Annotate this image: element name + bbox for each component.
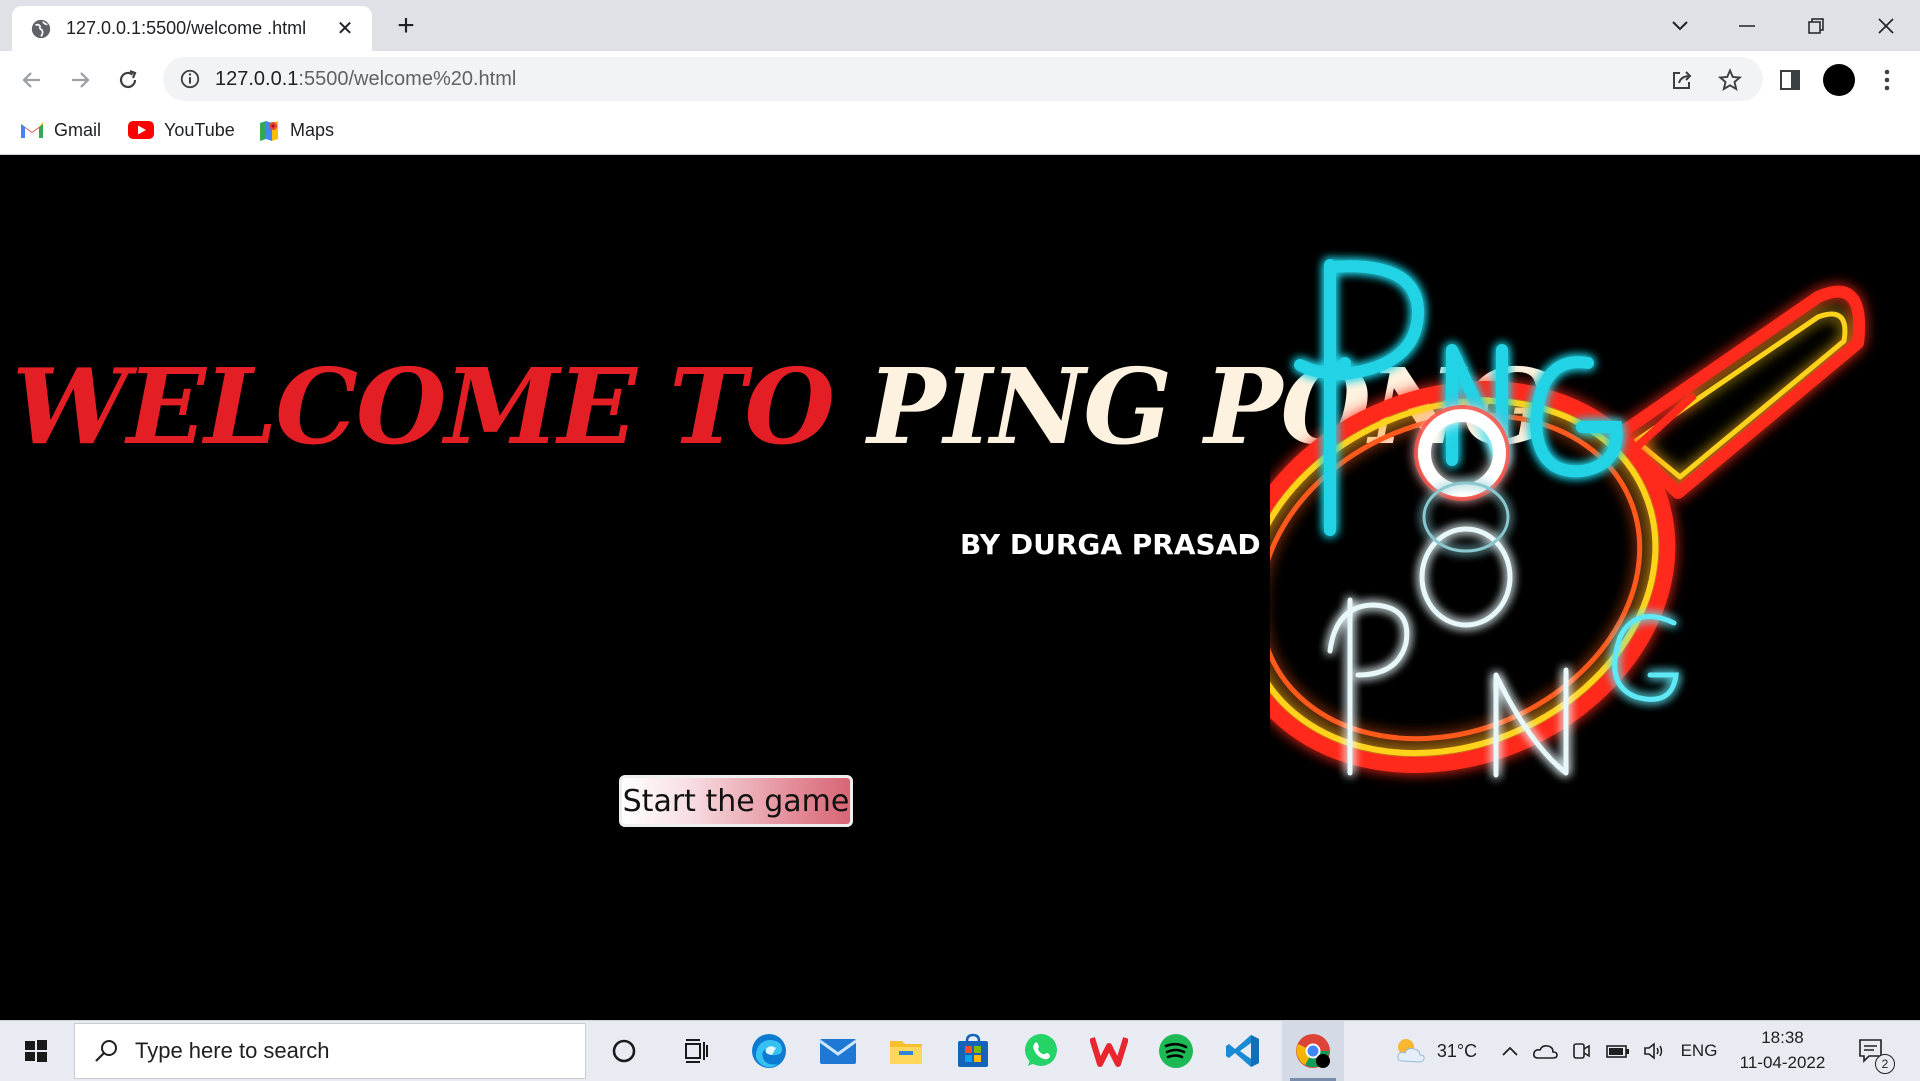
search-icon <box>95 1040 117 1062</box>
taskbar-clock[interactable]: 18:38 11-04-2022 <box>1725 1025 1840 1075</box>
volume-icon[interactable] <box>1640 1021 1670 1081</box>
address-bar[interactable]: 127.0.0.1:5500/welcome%20.html <box>163 57 1763 101</box>
tab-strip: 127.0.0.1:5500/welcome .html ✕ + <box>0 0 1920 51</box>
notification-count-badge: 2 <box>1875 1054 1895 1074</box>
bookmark-maps[interactable]: Maps <box>258 117 334 143</box>
search-input[interactable] <box>133 1037 557 1065</box>
share-icon[interactable] <box>1667 65 1697 95</box>
vscode-icon[interactable] <box>1215 1021 1271 1081</box>
pong-letter-o <box>1419 526 1513 628</box>
wps-icon[interactable] <box>1081 1021 1137 1081</box>
bookmarks-bar: Gmail YouTube Maps <box>0 107 1920 155</box>
maps-icon <box>260 121 278 141</box>
url-text: 127.0.0.1:5500/welcome%20.html <box>215 68 516 91</box>
bookmark-youtube[interactable]: YouTube <box>128 117 235 143</box>
profile-avatar[interactable] <box>1822 63 1856 97</box>
clock-time: 18:38 <box>1761 1028 1804 1047</box>
tab-search-icon[interactable] <box>1660 8 1700 44</box>
bookmark-label: Maps <box>290 119 335 140</box>
mail-icon[interactable] <box>810 1021 866 1081</box>
menu-kebab-icon[interactable] <box>1872 65 1902 95</box>
ping-letter-flourish <box>1294 357 1351 378</box>
url-path: :5500/welcome%20.html <box>298 67 517 90</box>
windows-start-icon[interactable] <box>14 1021 58 1081</box>
bookmark-label: Gmail <box>54 119 102 140</box>
ping-ball-o <box>1414 405 1510 501</box>
tray-chevron-up-icon[interactable] <box>1496 1021 1524 1081</box>
ping-pong-neon-logo <box>1270 259 1866 778</box>
gmail-icon <box>21 122 43 138</box>
site-info-icon[interactable] <box>179 68 201 90</box>
file-explorer-icon[interactable] <box>878 1021 934 1081</box>
bookmark-star-icon[interactable] <box>1715 65 1745 95</box>
bookmark-label: YouTube <box>164 119 235 140</box>
headline-welcome-to: WELCOME TO <box>12 345 835 468</box>
author-byline: BY DURGA PRASAD <box>960 528 1261 561</box>
tab-close-icon[interactable]: ✕ <box>334 18 356 40</box>
meet-now-icon[interactable] <box>1566 1021 1596 1081</box>
cortana-icon[interactable] <box>596 1021 652 1081</box>
restore-icon[interactable] <box>1796 8 1836 44</box>
whatsapp-icon[interactable] <box>1013 1021 1069 1081</box>
chrome-icon[interactable] <box>1282 1021 1344 1081</box>
new-tab-button[interactable]: + <box>392 9 420 42</box>
url-host: 127.0.0.1 <box>215 67 299 90</box>
notification-center-icon[interactable]: 2 <box>1852 1021 1895 1081</box>
clock-date: 11-04-2022 <box>1739 1053 1826 1072</box>
windows-taskbar: 31°C ENG 18:38 11-04-2022 2 <box>0 1020 1920 1081</box>
edge-icon[interactable] <box>741 1021 797 1081</box>
battery-icon[interactable] <box>1602 1021 1634 1081</box>
back-icon[interactable] <box>17 65 47 95</box>
browser-chrome: 127.0.0.1:5500/welcome .html ✕ + 127.0.0… <box>0 0 1920 155</box>
store-icon[interactable] <box>945 1021 1001 1081</box>
reload-icon[interactable] <box>113 65 143 95</box>
language-indicator[interactable]: ENG <box>1676 1021 1722 1081</box>
bookmark-gmail[interactable]: Gmail <box>20 117 101 143</box>
web-page: WELCOME TO PING PONG BY DURGA PRASAD Sta… <box>0 155 1920 1020</box>
paddle-handle-shape <box>1612 285 1866 499</box>
globe-icon <box>31 19 51 38</box>
spotify-icon[interactable] <box>1148 1021 1204 1081</box>
browser-toolbar: 127.0.0.1:5500/welcome%20.html <box>0 51 1920 107</box>
forward-icon[interactable] <box>65 65 95 95</box>
task-view-icon[interactable] <box>668 1021 724 1081</box>
pong-letter-p-bowl <box>1327 602 1410 678</box>
taskbar-search-box[interactable] <box>74 1023 586 1079</box>
minimize-icon[interactable] <box>1727 8 1767 44</box>
close-window-icon[interactable] <box>1866 8 1906 44</box>
language-label: ENG <box>1680 1041 1718 1060</box>
browser-tab[interactable]: 127.0.0.1:5500/welcome .html ✕ <box>12 6 372 51</box>
pong-word-logo <box>1327 481 1679 778</box>
side-panel-icon[interactable] <box>1775 65 1805 95</box>
onedrive-cloud-icon[interactable] <box>1530 1021 1560 1081</box>
youtube-icon <box>128 121 154 139</box>
weather-widget[interactable]: 31°C <box>1380 1021 1490 1081</box>
partly-sunny-icon <box>1397 1039 1425 1063</box>
tab-title: 127.0.0.1:5500/welcome .html <box>66 18 307 38</box>
start-game-button[interactable]: Start the game <box>619 775 853 827</box>
weather-temperature: 31°C <box>1436 1040 1478 1061</box>
